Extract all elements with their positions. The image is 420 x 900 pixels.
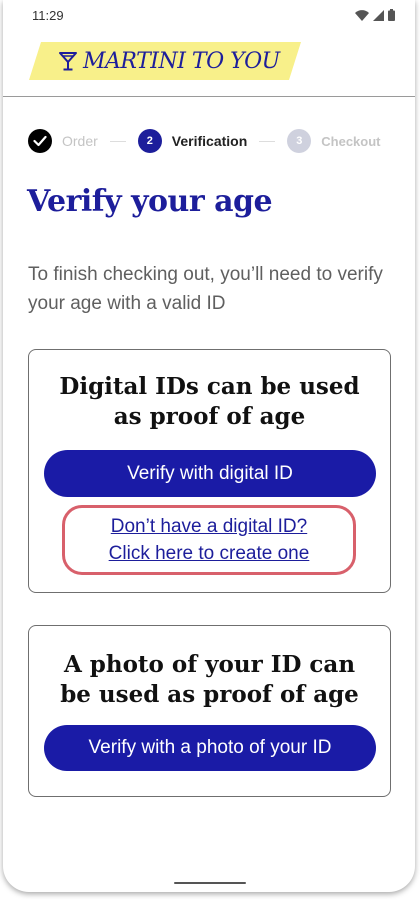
verify-digital-id-button[interactable]: Verify with digital ID [44, 450, 376, 497]
intro-text: To finish checking out, you’ll need to v… [28, 264, 383, 314]
step-label-checkout: Checkout [321, 133, 381, 149]
status-icons [355, 9, 395, 21]
brand-logo[interactable]: MARTINI TO YOU [29, 42, 301, 80]
battery-icon [388, 9, 395, 21]
step-connector [259, 140, 276, 142]
step-verification: 2 Verification [137, 129, 248, 153]
step-checkout: 3 Checkout [287, 129, 381, 153]
phone-screen: 11:29 MARTINI TO YOU Order 2 Verificatio… [3, 0, 415, 892]
wifi-icon [355, 9, 369, 21]
photo-id-card: A photo of your ID can be used as proof … [28, 625, 391, 797]
home-indicator[interactable] [174, 882, 246, 884]
create-link-line1: Don’t have a digital ID? [110, 516, 308, 537]
step-label-verification: Verification [171, 133, 248, 149]
signal-icon [373, 9, 384, 21]
step-number-circle: 3 [287, 129, 312, 153]
step-order: Order [28, 129, 98, 153]
status-time: 11:29 [32, 8, 64, 23]
create-link-line2: Click here to create one [108, 543, 310, 564]
step-done-circle [28, 129, 52, 153]
page-title: Verify your age [27, 184, 273, 219]
step-number-circle: 2 [137, 129, 162, 153]
status-bar: 11:29 [3, 0, 415, 32]
checkout-stepper: Order 2 Verification 3 Checkout [28, 129, 381, 153]
verify-photo-id-button[interactable]: Verify with a photo of your ID [44, 725, 376, 771]
step-connector [109, 140, 126, 142]
martini-glass-icon [59, 52, 77, 71]
brand-name: MARTINI TO YOU [83, 48, 280, 74]
step-label-order: Order [62, 133, 98, 149]
create-digital-id-link[interactable]: Don’t have a digital ID? Click here to c… [62, 513, 356, 567]
digital-id-card: Digital IDs can be used as proof of age … [28, 349, 391, 593]
photo-id-card-title: A photo of your ID can be used as proof … [60, 651, 359, 708]
checkmark-icon [33, 135, 47, 147]
digital-id-card-title: Digital IDs can be used as proof of age [59, 373, 360, 430]
app-header: MARTINI TO YOU [3, 32, 415, 97]
